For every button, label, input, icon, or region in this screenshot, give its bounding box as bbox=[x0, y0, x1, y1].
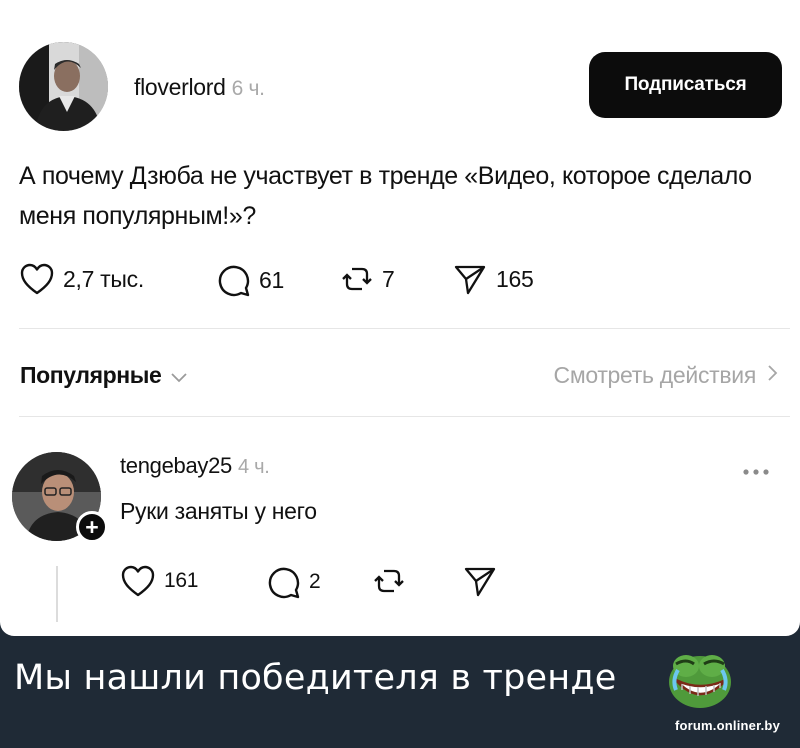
plus-icon: + bbox=[85, 513, 99, 540]
share-action[interactable]: 165 bbox=[452, 262, 534, 296]
reply-text: Руки заняты у него bbox=[120, 498, 317, 524]
like-count: 2,7 тыс. bbox=[63, 265, 144, 292]
heart-icon bbox=[19, 262, 55, 296]
reply-timestamp: 4 ч. bbox=[238, 456, 270, 478]
thread-line bbox=[56, 566, 58, 622]
reply-like-count: 161 bbox=[164, 569, 199, 592]
repost-action[interactable]: 7 bbox=[340, 262, 395, 296]
like-action[interactable]: 2,7 тыс. bbox=[19, 262, 144, 296]
repost-count: 7 bbox=[382, 265, 395, 292]
heart-icon bbox=[120, 564, 156, 598]
subscribe-button[interactable]: Подписаться bbox=[589, 52, 782, 118]
comment-action[interactable]: 61 bbox=[215, 262, 284, 298]
comment-count: 61 bbox=[259, 266, 284, 293]
post-author-avatar[interactable] bbox=[19, 42, 108, 131]
sort-label: Популярные bbox=[20, 362, 162, 388]
reply-repost-action[interactable] bbox=[372, 564, 406, 598]
share-icon bbox=[452, 262, 488, 296]
divider bbox=[19, 416, 790, 417]
reply-like-action[interactable]: 161 bbox=[120, 564, 198, 598]
sort-dropdown[interactable]: Популярные bbox=[20, 362, 188, 389]
share-icon bbox=[462, 564, 498, 598]
post-timestamp: 6 ч. bbox=[231, 77, 265, 100]
more-icon[interactable] bbox=[742, 463, 770, 481]
post-author-name[interactable]: floverlord bbox=[134, 74, 226, 100]
watermark: forum.onliner.by bbox=[674, 718, 780, 733]
reply-comment-action[interactable]: 2 bbox=[265, 564, 321, 600]
reply-share-action[interactable] bbox=[462, 564, 498, 598]
pepe-emoji-icon bbox=[666, 646, 734, 715]
post-text: А почему Дзюба не участвует в тренде «Ви… bbox=[19, 162, 752, 230]
repost-icon bbox=[340, 262, 374, 296]
threads-post-card: floverlord 6 ч. Подписаться А почему Дзюб… bbox=[0, 0, 800, 636]
divider bbox=[19, 328, 790, 329]
chevron-right-icon bbox=[756, 362, 778, 389]
view-activity-label: Смотреть действия bbox=[553, 362, 757, 388]
share-count: 165 bbox=[496, 265, 534, 292]
reply-author-line: tengebay25 4 ч. bbox=[120, 453, 270, 479]
reply-author-name[interactable]: tengebay25 bbox=[120, 453, 232, 478]
view-activity-link[interactable]: Смотреть действия bbox=[554, 362, 778, 389]
follow-plus-button[interactable]: + bbox=[76, 511, 108, 543]
chevron-down-icon bbox=[161, 362, 188, 389]
comment-icon bbox=[265, 564, 301, 600]
caption-text: Мы нашли победителя в тренде bbox=[14, 658, 617, 698]
comment-icon bbox=[215, 262, 251, 298]
repost-icon bbox=[372, 564, 406, 598]
reply-comment-count: 2 bbox=[309, 570, 321, 593]
post-author-line: floverlord 6 ч. bbox=[134, 74, 265, 101]
